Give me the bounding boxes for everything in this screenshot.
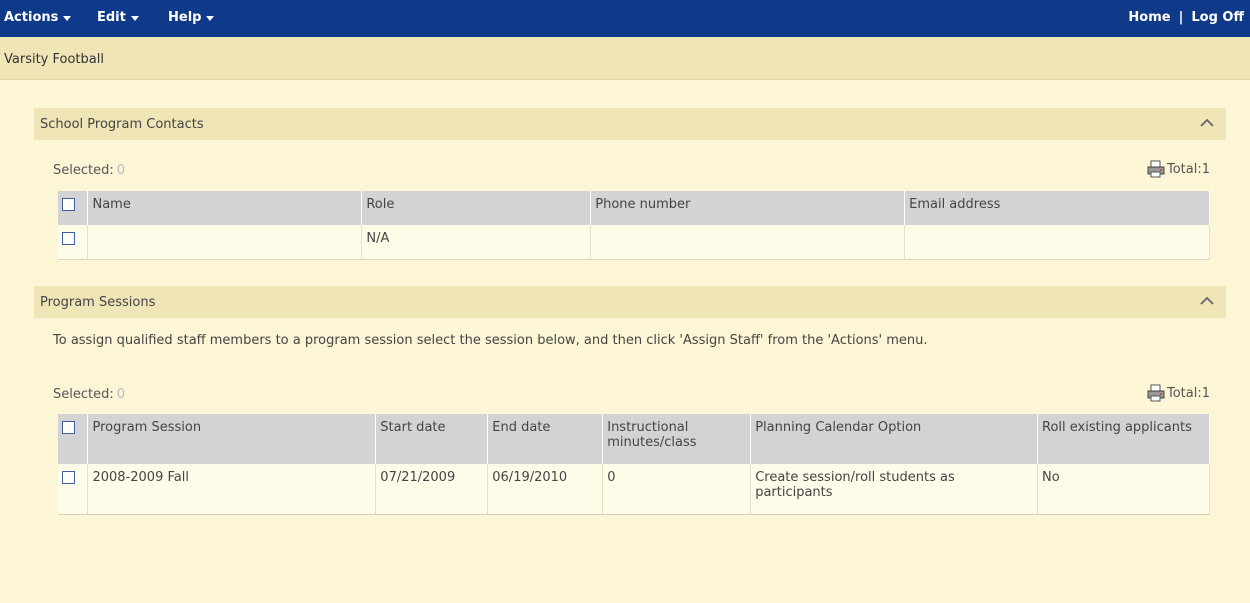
edit-menu-label: Edit (97, 10, 126, 25)
column-header-instructional-minutes[interactable]: Instructional minutes/class (602, 414, 752, 464)
caret-down-icon (63, 16, 72, 21)
cell-program-session: 2008-2009 Fall (87, 464, 377, 515)
link-separator: | (1178, 10, 1184, 25)
column-header-name[interactable]: Name (87, 191, 363, 225)
sessions-section-title: Program Sessions (40, 295, 156, 310)
cell-name (87, 225, 363, 260)
column-header-role[interactable]: Role (361, 191, 592, 225)
column-header-planning-calendar-option[interactable]: Planning Calendar Option (750, 414, 1039, 464)
total-label: Total: (1166, 385, 1202, 401)
selected-label: Selected: (53, 163, 114, 178)
cell-start-date: 07/21/2009 (375, 464, 489, 515)
caret-down-icon (206, 16, 215, 21)
row-checkbox[interactable] (62, 471, 75, 484)
select-all-checkbox[interactable] (62, 421, 75, 434)
printer-icon[interactable] (1147, 160, 1165, 178)
home-link[interactable]: Home (1128, 10, 1170, 25)
table-row[interactable]: N/A (58, 225, 1210, 260)
selected-count: 0 (116, 387, 126, 402)
column-header-roll-existing-applicants[interactable]: Roll existing applicants (1037, 414, 1210, 464)
column-header-email[interactable]: Email address (904, 191, 1210, 225)
cell-email (904, 225, 1210, 260)
breadcrumb: Varsity Football (4, 52, 104, 67)
total-value: 1 (1201, 385, 1210, 401)
select-all-checkbox[interactable] (62, 198, 75, 211)
selected-count: 0 (116, 163, 126, 178)
breadcrumb-bar: Varsity Football (0, 37, 1250, 80)
total-label: Total: (1166, 161, 1202, 177)
chevron-up-icon[interactable] (1200, 296, 1214, 306)
chevron-up-icon[interactable] (1200, 118, 1214, 128)
total-value: 1 (1201, 161, 1210, 177)
table-header-row: Name Role Phone number Email address (58, 191, 1210, 225)
contacts-section-header[interactable]: School Program Contacts (34, 108, 1226, 140)
actions-menu-label: Actions (4, 10, 59, 25)
row-select-cell (58, 464, 89, 515)
contacts-total: Total: 1 (1147, 160, 1210, 178)
printer-icon[interactable] (1147, 384, 1165, 402)
log-off-link[interactable]: Log Off (1191, 10, 1244, 25)
cell-roll-existing-applicants: No (1037, 464, 1210, 515)
column-header-program-session[interactable]: Program Session (87, 414, 377, 464)
column-header-phone[interactable]: Phone number (590, 191, 906, 225)
contacts-section-title: School Program Contacts (40, 117, 204, 132)
sessions-selected: Selected: 0 (53, 387, 125, 402)
column-header-start-date[interactable]: Start date (375, 414, 489, 464)
table-row[interactable]: 2008-2009 Fall 07/21/2009 06/19/2010 0 C… (58, 464, 1210, 515)
row-select-cell (58, 225, 89, 260)
sessions-table: Program Session Start date End date Inst… (58, 414, 1210, 515)
contacts-selected: Selected: 0 (53, 163, 125, 178)
help-menu-label: Help (168, 10, 202, 25)
caret-down-icon (130, 16, 139, 21)
column-header-end-date[interactable]: End date (487, 414, 604, 464)
sessions-instructions: To assign qualified staff members to a p… (53, 333, 928, 348)
top-right-links: Home | Log Off (1128, 10, 1244, 25)
cell-planning-calendar-option: Create session/roll students as particip… (750, 464, 1039, 515)
cell-instructional-minutes: 0 (602, 464, 752, 515)
edit-menu[interactable]: Edit (97, 10, 139, 25)
cell-phone (590, 225, 906, 260)
row-checkbox[interactable] (62, 232, 75, 245)
selected-label: Selected: (53, 387, 114, 402)
contacts-table: Name Role Phone number Email address N/A (58, 191, 1210, 260)
select-all-cell (58, 414, 89, 464)
sessions-total: Total: 1 (1147, 384, 1210, 402)
actions-menu[interactable]: Actions (4, 10, 72, 25)
cell-end-date: 06/19/2010 (487, 464, 604, 515)
select-all-cell (58, 191, 89, 225)
top-menu-bar: Actions Edit Help Home | Log Off (0, 0, 1250, 37)
help-menu[interactable]: Help (168, 10, 215, 25)
sessions-section-header[interactable]: Program Sessions (34, 286, 1226, 318)
cell-role: N/A (361, 225, 592, 260)
table-header-row: Program Session Start date End date Inst… (58, 414, 1210, 464)
